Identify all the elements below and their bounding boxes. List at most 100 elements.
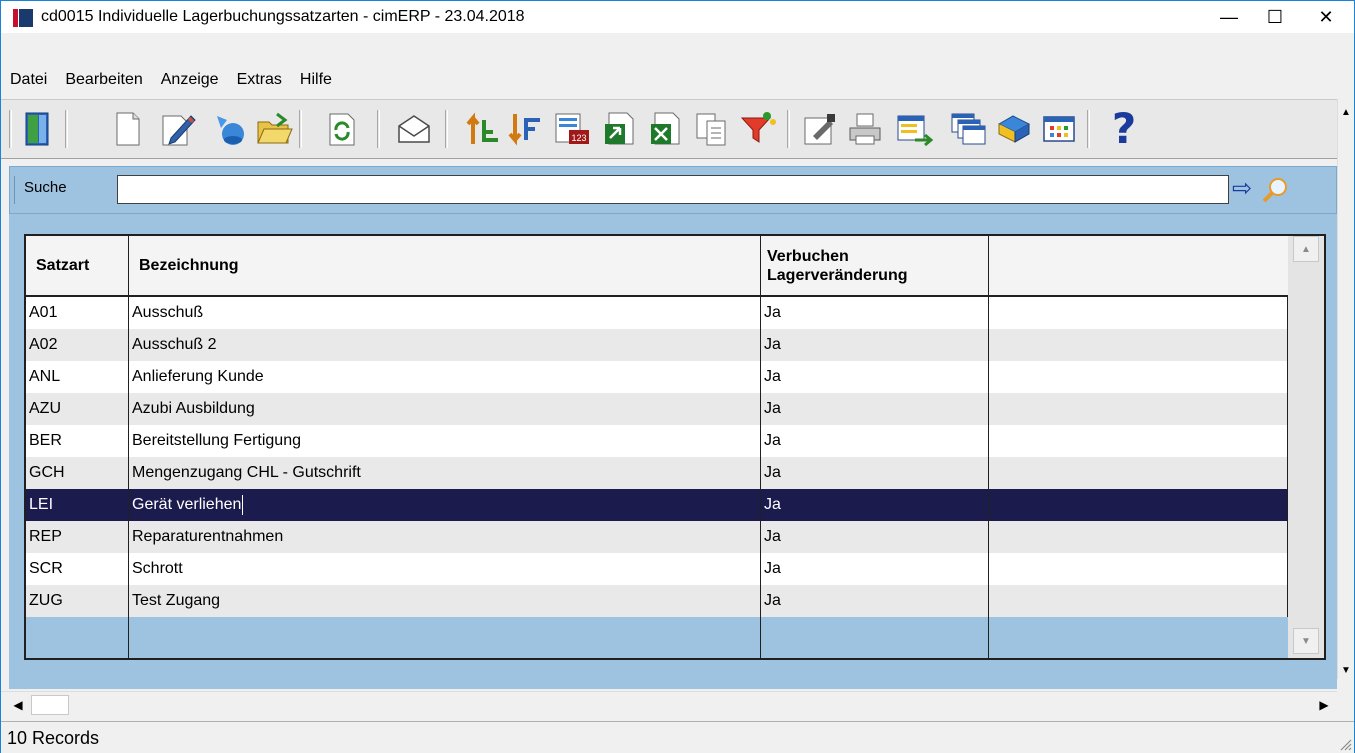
cell-empty[interactable]: [989, 489, 1288, 521]
exit-button[interactable]: [19, 107, 57, 151]
cell-bezeichnung[interactable]: Schrott: [129, 553, 761, 585]
filter-button[interactable]: [739, 107, 777, 151]
cell-empty[interactable]: [26, 617, 129, 658]
cell-empty[interactable]: [989, 425, 1288, 457]
grid-button[interactable]: [1041, 107, 1079, 151]
scroll-right-arrow-icon[interactable]: ▶: [1313, 695, 1335, 715]
grid-scroll-down-button[interactable]: ▼: [1293, 628, 1319, 654]
cell-verbuchen[interactable]: Ja: [761, 457, 989, 489]
horizontal-scrollbar[interactable]: ◀ ▶: [1, 691, 1337, 717]
cell-verbuchen[interactable]: Ja: [761, 297, 989, 329]
excel-export-button[interactable]: [647, 107, 685, 151]
sort-ascending-button[interactable]: [463, 107, 501, 151]
cell-satzart[interactable]: BER: [26, 425, 129, 457]
close-button[interactable]: ✕: [1303, 1, 1349, 33]
data-grid[interactable]: Satzart Bezeichnung Verbuchen Lagerveränd…: [24, 234, 1326, 660]
cell-verbuchen[interactable]: Ja: [761, 329, 989, 361]
menu-hilfe[interactable]: Hilfe: [291, 71, 341, 89]
minimize-button[interactable]: —: [1206, 1, 1252, 33]
column-header-bezeichnung[interactable]: Bezeichnung: [129, 236, 761, 295]
numbering-button[interactable]: 123: [553, 107, 591, 151]
mail-button[interactable]: [395, 107, 433, 151]
properties-button[interactable]: [801, 107, 839, 151]
cell-satzart[interactable]: GCH: [26, 457, 129, 489]
windows-button[interactable]: [949, 107, 987, 151]
cell-bezeichnung[interactable]: Ausschuß 2: [129, 329, 761, 361]
column-header-empty[interactable]: [989, 236, 1288, 295]
cell-verbuchen[interactable]: Ja: [761, 393, 989, 425]
column-header-verbuchen[interactable]: Verbuchen Lagerveränderung: [761, 236, 989, 295]
table-row[interactable]: AZU Azubi Ausbildung Ja: [26, 393, 1288, 425]
copy-record-button[interactable]: [209, 107, 247, 151]
cell-satzart[interactable]: ZUG: [26, 585, 129, 617]
scroll-up-arrow-icon[interactable]: ▲: [1341, 107, 1351, 118]
cell-satzart[interactable]: SCR: [26, 553, 129, 585]
cell-satzart[interactable]: A01: [26, 297, 129, 329]
window-vertical-scrollbar[interactable]: ▲ ▼: [1337, 99, 1354, 679]
maximize-button[interactable]: ☐: [1252, 1, 1298, 33]
cell-verbuchen[interactable]: Ja: [761, 489, 989, 521]
cell-satzart[interactable]: A02: [26, 329, 129, 361]
table-row-selected[interactable]: LEI Gerät verliehen Ja: [26, 489, 1288, 521]
cell-empty[interactable]: [989, 297, 1288, 329]
search-go-arrow-icon[interactable]: ⇨: [1232, 175, 1252, 203]
horizontal-scroll-thumb[interactable]: [31, 695, 69, 715]
new-document-button[interactable]: [109, 107, 147, 151]
cell-bezeichnung[interactable]: Bereitstellung Fertigung: [129, 425, 761, 457]
menu-extras[interactable]: Extras: [228, 71, 291, 89]
title-bar[interactable]: cd0015 Individuelle Lagerbuchungssatzart…: [1, 1, 1354, 33]
scroll-left-arrow-icon[interactable]: ◀: [7, 695, 29, 715]
cell-empty[interactable]: [989, 361, 1288, 393]
books-button[interactable]: [995, 107, 1033, 151]
cell-empty[interactable]: [989, 585, 1288, 617]
menu-bearbeiten[interactable]: Bearbeiten: [56, 71, 151, 89]
table-row[interactable]: BER Bereitstellung Fertigung Ja: [26, 425, 1288, 457]
transfer-button[interactable]: [895, 107, 933, 151]
help-button[interactable]: ?: [1105, 107, 1143, 151]
cell-bezeichnung[interactable]: Gerät verliehen: [129, 489, 761, 521]
table-row[interactable]: SCR Schrott Ja: [26, 553, 1288, 585]
search-input[interactable]: [117, 175, 1229, 204]
menu-datei[interactable]: Datei: [1, 71, 56, 89]
table-row[interactable]: REP Reparaturentnahmen Ja: [26, 521, 1288, 553]
cell-satzart[interactable]: LEI: [26, 489, 129, 521]
cell-verbuchen[interactable]: Ja: [761, 553, 989, 585]
cell-verbuchen[interactable]: Ja: [761, 425, 989, 457]
grid-scroll-up-button[interactable]: ▲: [1293, 236, 1319, 262]
refresh-button[interactable]: [323, 107, 361, 151]
cell-bezeichnung[interactable]: Ausschuß: [129, 297, 761, 329]
table-row[interactable]: ANL Anlieferung Kunde Ja: [26, 361, 1288, 393]
cell-verbuchen[interactable]: Ja: [761, 361, 989, 393]
cell-verbuchen[interactable]: Ja: [761, 521, 989, 553]
cell-bezeichnung[interactable]: Azubi Ausbildung: [129, 393, 761, 425]
column-header-satzart[interactable]: Satzart: [26, 236, 129, 295]
cell-bezeichnung[interactable]: Anlieferung Kunde: [129, 361, 761, 393]
cell-satzart[interactable]: AZU: [26, 393, 129, 425]
cell-bezeichnung[interactable]: Mengenzugang CHL - Gutschrift: [129, 457, 761, 489]
cell-empty[interactable]: [989, 457, 1288, 489]
table-row[interactable]: A01 Ausschuß Ja: [26, 297, 1288, 329]
cell-bezeichnung[interactable]: Test Zugang: [129, 585, 761, 617]
cell-satzart[interactable]: ANL: [26, 361, 129, 393]
cell-empty[interactable]: [989, 329, 1288, 361]
menu-anzeige[interactable]: Anzeige: [152, 71, 228, 89]
open-folder-button[interactable]: [255, 107, 293, 151]
grid-vertical-scrollbar[interactable]: ▲ ▼: [1288, 236, 1324, 658]
table-row[interactable]: ZUG Test Zugang Ja: [26, 585, 1288, 617]
cell-empty[interactable]: [761, 617, 989, 658]
cell-empty[interactable]: [989, 521, 1288, 553]
cell-bezeichnung[interactable]: Reparaturentnahmen: [129, 521, 761, 553]
cell-verbuchen[interactable]: Ja: [761, 585, 989, 617]
scroll-down-arrow-icon[interactable]: ▼: [1341, 665, 1351, 676]
copy-button[interactable]: [693, 107, 731, 151]
table-row[interactable]: A02 Ausschuß 2 Ja: [26, 329, 1288, 361]
sort-descending-button[interactable]: [505, 107, 543, 151]
table-row[interactable]: GCH Mengenzugang CHL - Gutschrift Ja: [26, 457, 1288, 489]
cell-empty[interactable]: [989, 553, 1288, 585]
print-button[interactable]: [847, 107, 885, 151]
cell-empty[interactable]: [129, 617, 761, 658]
cell-empty[interactable]: [989, 393, 1288, 425]
edit-button[interactable]: [159, 107, 197, 151]
export-button[interactable]: [601, 107, 639, 151]
resize-grip-icon[interactable]: [1336, 735, 1352, 751]
